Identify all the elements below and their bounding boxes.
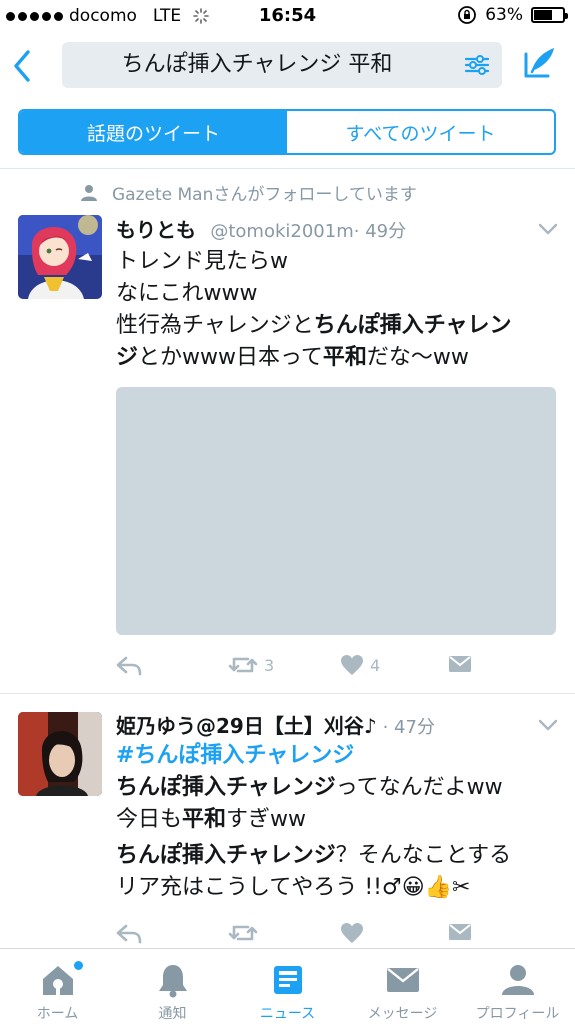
reply-button[interactable] (116, 654, 142, 676)
news-icon (273, 966, 302, 994)
heart-icon (341, 923, 363, 943)
tweet-line: なにこれwww (116, 281, 258, 306)
media-placeholder[interactable] (116, 387, 556, 635)
tweet-time: · 47分 (382, 717, 435, 738)
reply-button[interactable] (116, 922, 142, 944)
battery-percent: 63% (485, 5, 523, 25)
dm-button[interactable] (448, 922, 472, 942)
status-bar: docomo LTE 16:54 63% (0, 0, 575, 34)
tab-messages[interactable]: メッセージ (345, 949, 460, 1024)
tab-top-tweets[interactable]: 話題のツイート (20, 111, 287, 153)
rotation-lock-icon (458, 6, 477, 24)
tweet-header: もりとも @tomoki2001m· 49分 (116, 214, 406, 243)
tweet-text: トレンド見たらw なにこれwww 性行為チャレンジとちんぽ挿入チャレン ジとかw… (116, 246, 564, 374)
search-header: ちんぽ挿入チャレンジ 平和 (0, 34, 575, 96)
retweet-button[interactable] (228, 922, 258, 944)
user-name[interactable]: 姫乃ゆう@29日【土】刈谷♪ (116, 714, 377, 738)
dm-button[interactable] (448, 654, 472, 674)
tweet-line: ちんぽ挿入チャレンジってなんだよww (116, 775, 503, 800)
reply-icon (116, 656, 142, 676)
divider (0, 693, 575, 694)
tab-news[interactable]: ニュース (230, 949, 345, 1024)
tab-label: 通知 (158, 1006, 187, 1022)
user-name[interactable]: もりとも (116, 218, 196, 242)
status-right: 63% (457, 5, 568, 25)
chevron-down-icon[interactable] (538, 718, 558, 732)
tab-label: ニュース (259, 1006, 316, 1022)
like-button[interactable]: 4 (340, 654, 380, 676)
reply-icon (116, 924, 142, 944)
person-icon (501, 965, 534, 995)
tweet-line: トレンド見たらw (116, 249, 288, 274)
search-query: ちんぽ挿入チャレンジ 平和 (121, 52, 393, 77)
envelope-icon (449, 656, 471, 672)
notification-dot (74, 961, 83, 970)
retweet-button[interactable]: 3 (228, 654, 274, 676)
user-handle[interactable]: @tomoki2001m (210, 221, 353, 242)
tab-profile[interactable]: プロフィール (460, 949, 575, 1024)
home-icon (42, 966, 73, 995)
like-count: 4 (370, 655, 381, 675)
tab-all-tweets[interactable]: すべてのツイート (287, 111, 554, 153)
tweet-actions (116, 922, 476, 948)
tweet-text: #ちんぽ挿入チャレンジ ちんぽ挿入チャレンジってなんだよww 今日も平和すぎww… (116, 740, 564, 904)
tab-label: ホーム (36, 1006, 79, 1022)
search-input[interactable]: ちんぽ挿入チャレンジ 平和 (62, 42, 502, 88)
chevron-down-icon[interactable] (538, 222, 558, 236)
filter-icon[interactable] (464, 53, 490, 77)
social-context: Gazete Manさんがフォローしています (80, 180, 417, 205)
tweet-filter-tabs: 話題のツイート すべてのツイート (18, 109, 556, 155)
tweet-line: ちんぽ挿入チャレンジ？そんなことする (116, 843, 512, 868)
retweet-icon (228, 925, 258, 941)
tweet-line: #ちんぽ挿入チャレンジ (116, 740, 564, 772)
tweet-line: 性行為チャレンジとちんぽ挿入チャレン (116, 313, 512, 338)
person-icon (81, 184, 97, 201)
avatar[interactable] (18, 712, 102, 796)
tab-label: メッセージ (367, 1006, 438, 1022)
divider (0, 168, 575, 169)
compose-icon[interactable] (522, 44, 558, 80)
tweet-line: リア充はこうしてやろう !!♂😀👍✂ (116, 875, 471, 900)
avatar[interactable] (18, 215, 102, 299)
battery-icon (531, 7, 568, 23)
retweet-count: 3 (264, 655, 275, 675)
tab-bar: ホーム 通知 ニュース メッセージ プロフィール (0, 948, 575, 1024)
tweet-actions: 3 4 (116, 654, 476, 680)
tab-label: プロフィール (475, 1006, 560, 1022)
tweet-time: · 49分 (353, 221, 407, 242)
tab-notifications[interactable]: 通知 (115, 949, 230, 1024)
retweet-icon (228, 657, 258, 673)
hashtag-link[interactable]: #ちんぽ挿入チャレンジ (116, 743, 354, 768)
envelope-icon (386, 968, 419, 992)
like-button[interactable] (340, 922, 364, 944)
heart-icon (341, 655, 363, 675)
back-icon[interactable] (8, 46, 36, 86)
social-context-text: Gazete Manさんがフォローしています (112, 185, 417, 205)
tweet-header: 姫乃ゆう@29日【土】刈谷♪ · 47分 (116, 710, 435, 739)
tab-home[interactable]: ホーム (0, 949, 115, 1024)
envelope-icon (449, 924, 471, 940)
bell-icon (158, 965, 187, 998)
tweet-line: 今日も平和すぎww (116, 807, 307, 832)
tweet-line: ジとかwww日本って平和だな〜ww (116, 345, 469, 370)
